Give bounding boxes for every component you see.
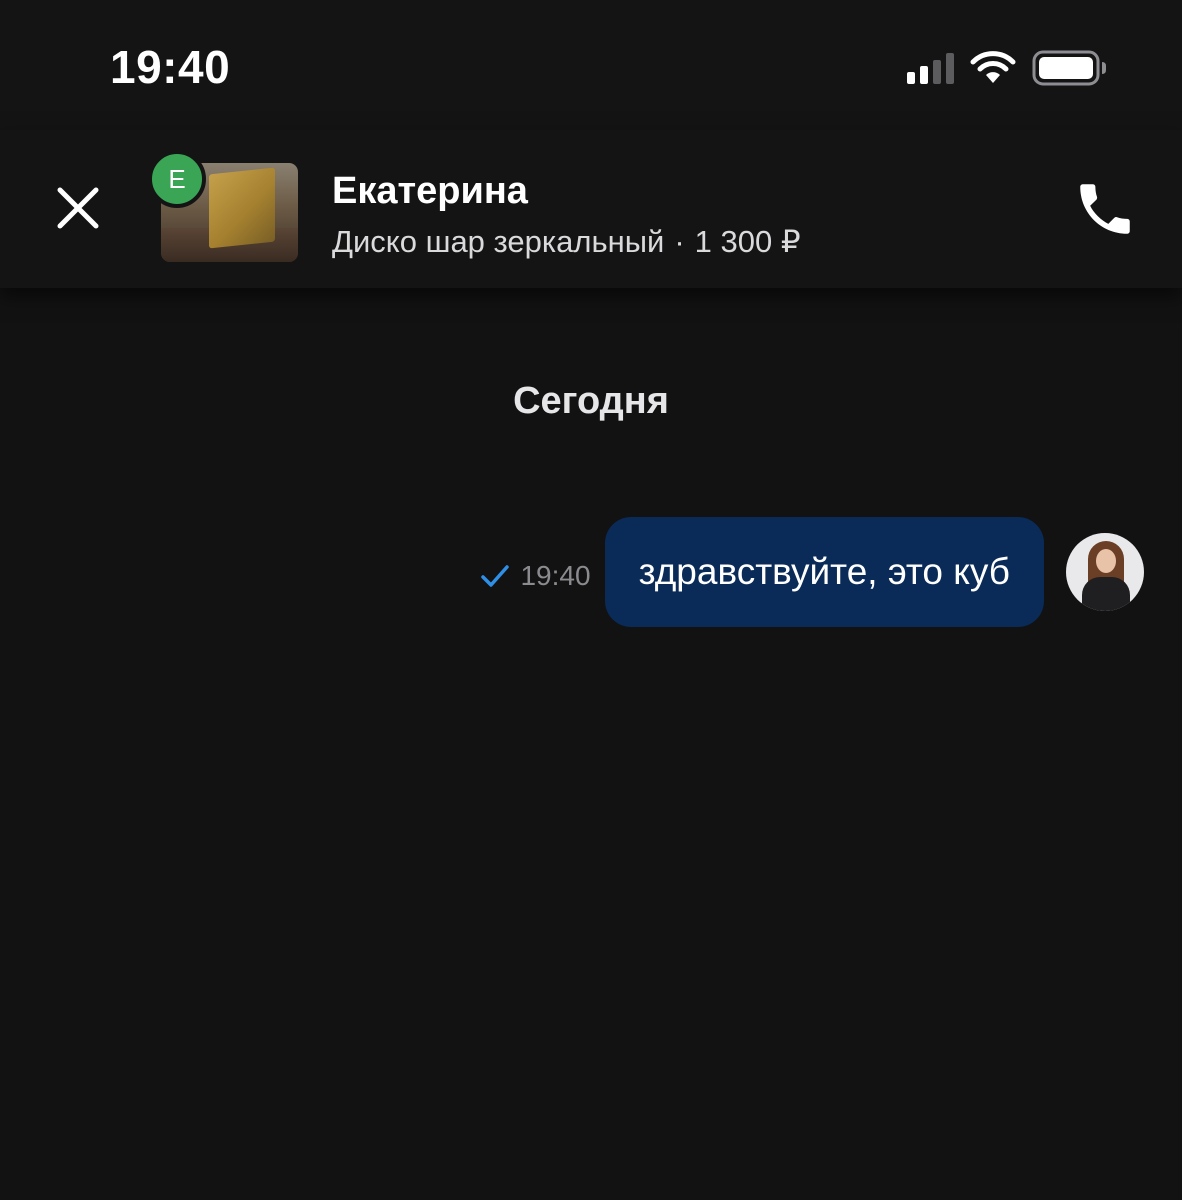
avatar-body	[1082, 577, 1130, 611]
contact-avatar-badge: Е	[148, 150, 206, 208]
status-time: 19:40	[110, 41, 231, 93]
message-meta: 19:40	[480, 560, 591, 592]
status-icons	[907, 48, 1108, 88]
avatar-face	[1096, 549, 1116, 573]
battery-icon	[1032, 50, 1106, 86]
message-time: 19:40	[520, 560, 591, 591]
item-separator: ·	[674, 224, 685, 259]
wifi-icon	[970, 51, 1016, 83]
cellular-signal-icon	[907, 52, 954, 84]
checkmark-icon	[481, 565, 510, 587]
phone-icon	[1080, 184, 1130, 234]
call-button[interactable]	[1072, 176, 1138, 242]
chat-header: Е Екатерина Диско шар зеркальный · 1 300 ₽	[0, 130, 1182, 288]
avatar[interactable]	[1066, 533, 1144, 611]
close-button[interactable]	[52, 182, 104, 234]
message-text: здравствуйте, это куб	[638, 551, 1010, 592]
date-separator: Сегодня	[513, 380, 669, 422]
message-bubble[interactable]: здравствуйте, это куб	[604, 517, 1044, 627]
thumbnail-object	[209, 167, 275, 249]
message-row: 19:40 здравствуйте, это куб	[480, 517, 1144, 627]
item-summary[interactable]: Диско шар зеркальный · 1 300 ₽	[332, 224, 801, 260]
close-icon	[57, 187, 99, 229]
item-title: Диско шар зеркальный	[332, 224, 665, 259]
item-price: 1 300 ₽	[694, 224, 801, 259]
contact-name[interactable]: Екатерина	[332, 170, 528, 213]
status-bar: 19:40	[0, 0, 1182, 130]
